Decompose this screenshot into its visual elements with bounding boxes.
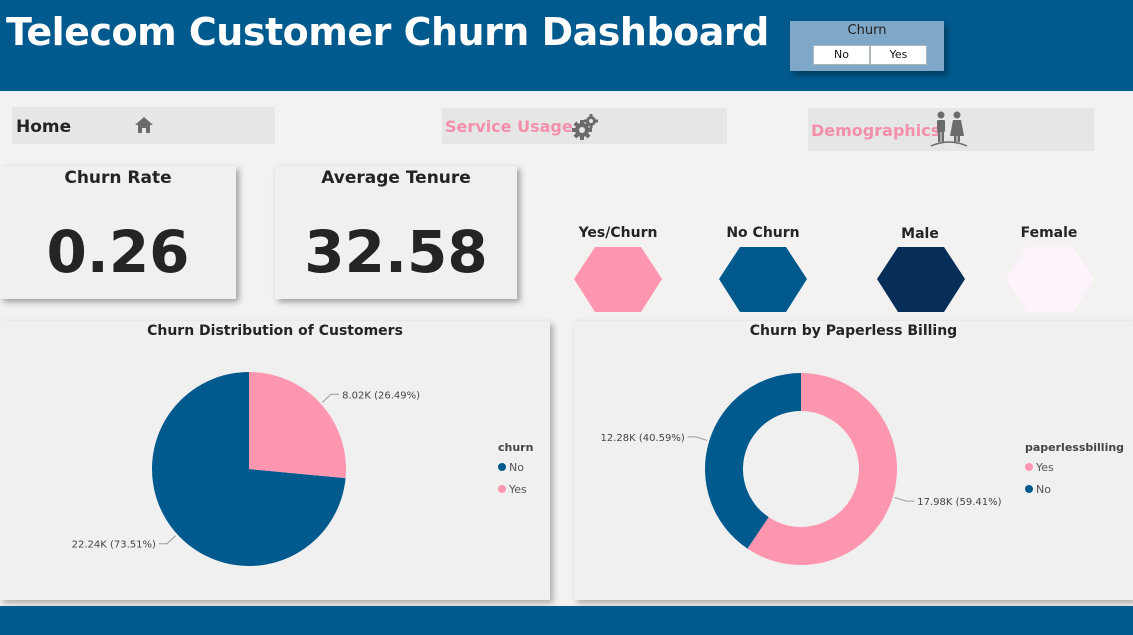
slicer-option-yes[interactable]: Yes: [870, 45, 927, 65]
nav-home-button[interactable]: Home: [12, 107, 275, 144]
legend-title: paperlessbilling: [1025, 441, 1125, 454]
kpi-card-average-tenure: Average Tenure 32.58: [275, 166, 517, 299]
slicer-title: Churn: [847, 23, 887, 38]
nav-demographics-label: Demographics: [811, 121, 941, 140]
kpi-title: Churn Rate: [64, 168, 172, 188]
kpi-card-churn-rate: Churn Rate 0.26: [0, 166, 236, 299]
color-key-label: No Churn: [726, 225, 800, 241]
churn-distribution-panel: Churn Distribution of Customers 22.24K (…: [0, 321, 550, 600]
slicer-option-no[interactable]: No: [813, 45, 870, 65]
legend-swatch: [498, 485, 506, 493]
kpi-value: 0.26: [46, 218, 190, 286]
data-label-leader: [321, 393, 340, 403]
legend-item-yes[interactable]: Yes: [498, 483, 527, 496]
churn-distribution-pie: 22.24K (73.51%) 8.02K (26.49%): [72, 372, 420, 566]
kpi-value: 32.58: [304, 218, 488, 286]
kpi-title: Average Tenure: [321, 168, 471, 188]
nav-service-usage-label: Service Usage: [445, 117, 573, 136]
legend-label: No: [1036, 483, 1051, 496]
color-key-label: Yes/Churn: [578, 225, 658, 241]
data-label-leader: [158, 535, 177, 545]
legend-title: churn: [498, 441, 534, 454]
data-label-leader: [687, 436, 708, 441]
hexagon-female: [1006, 247, 1094, 312]
color-key-label: Female: [1020, 225, 1078, 241]
nav-service-usage-button[interactable]: Service Usage: [442, 108, 727, 144]
hexagon-male: [877, 247, 965, 312]
home-icon: [135, 117, 153, 133]
nav-demographics-button[interactable]: Demographics: [808, 108, 1094, 151]
legend-item-no[interactable]: No: [498, 461, 524, 474]
data-label: 17.98K (59.41%): [917, 497, 1001, 508]
data-label: 22.24K (73.51%): [72, 540, 156, 551]
churn-slicer: Churn No Yes: [790, 21, 944, 71]
data-label: 8.02K (26.49%): [342, 390, 420, 401]
page-title: Telecom Customer Churn Dashboard: [6, 10, 769, 54]
legend-label: Yes: [1036, 461, 1054, 474]
hexagon-no-churn: [719, 247, 807, 312]
nav-home-label: Home: [16, 117, 72, 137]
pie-slice-no[interactable]: [705, 373, 801, 549]
legend-item-yes[interactable]: Yes: [1025, 461, 1054, 474]
legend-swatch: [498, 463, 506, 471]
legend-swatch: [1025, 463, 1033, 471]
legend-item-no[interactable]: No: [1025, 483, 1051, 496]
legend-label: Yes: [509, 483, 527, 496]
footer-bar: [0, 606, 1133, 635]
data-label-leader: [894, 497, 915, 502]
paperless-billing-panel: Churn by Paperless Billing 17.98K (59.41…: [574, 321, 1133, 600]
data-label: 12.28K (40.59%): [600, 433, 684, 444]
hexagon-yes-churn: [574, 247, 662, 312]
legend-label: No: [509, 461, 524, 474]
pie-slice-yes[interactable]: [249, 372, 346, 479]
color-key-label: Male: [901, 226, 939, 242]
gears-icon: [572, 114, 598, 140]
legend-swatch: [1025, 485, 1033, 493]
people-icon: [930, 111, 968, 147]
